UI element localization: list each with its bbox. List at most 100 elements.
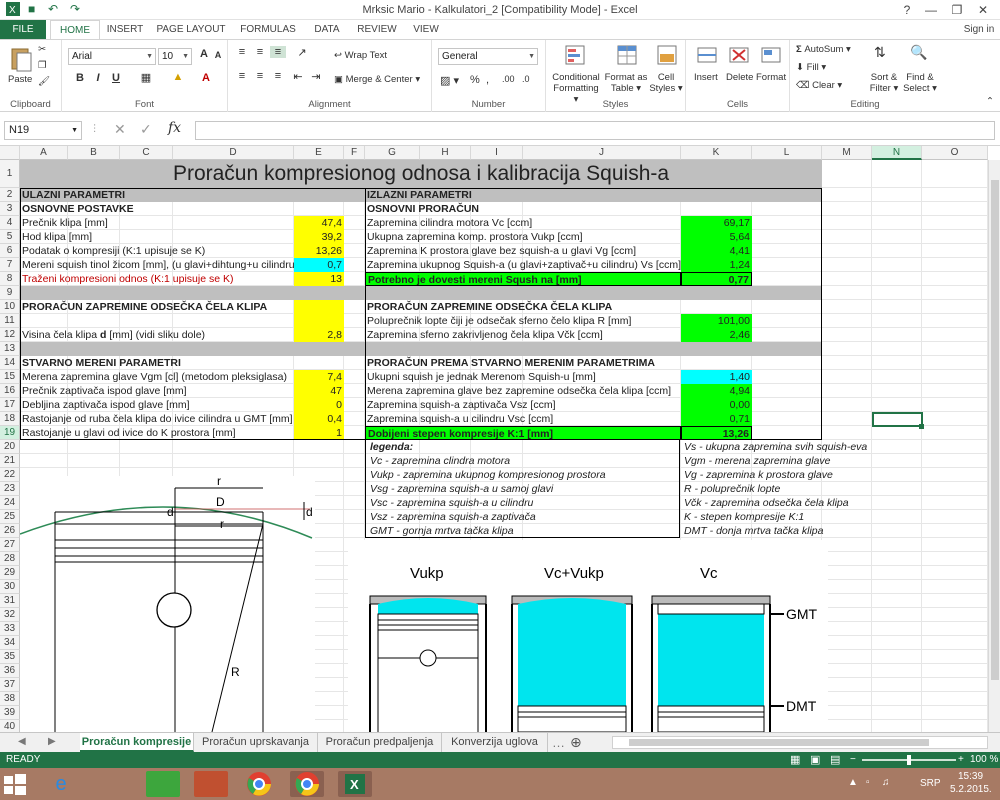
input-value[interactable]: 0,4 (294, 412, 344, 426)
normal-view-icon[interactable]: ▦ (790, 752, 800, 768)
input-value[interactable]: 47,4 (294, 216, 344, 230)
collapse-ribbon-icon[interactable]: ⌃ (986, 96, 994, 107)
section-header[interactable]: PRORAČUN ZAPREMINE ODSEČKA ČELA KLIPA (20, 300, 294, 314)
language-indicator[interactable]: SRP (920, 778, 941, 789)
row-header-18[interactable]: 18 (0, 412, 20, 426)
cylinder-volumes-diagram[interactable]: Vukp Vc+Vukp Vc GMT DMT (348, 540, 828, 732)
legend-title[interactable]: legenda: (368, 440, 488, 454)
percent-icon[interactable]: % (470, 74, 480, 86)
legend-item[interactable]: Vg - zapremina k prostora glave (682, 468, 872, 482)
row-header-7[interactable]: 7 (0, 258, 20, 272)
sheet-tab-kompresija[interactable]: Proračun kompresije (80, 733, 194, 752)
legend-item[interactable]: Vukp - zapremina ukupnog kompresionog pr… (368, 468, 678, 482)
delete-cells-icon[interactable] (728, 44, 750, 66)
internet-explorer-icon[interactable]: e (44, 771, 78, 797)
insert-cells-icon[interactable] (696, 44, 718, 66)
chrome-window-icon[interactable] (290, 771, 324, 797)
row-header-37[interactable]: 37 (0, 678, 20, 692)
tab-insert[interactable]: INSERT (100, 20, 150, 39)
legend-item[interactable]: K - stepen kompresije K:1 (682, 510, 872, 524)
page-layout-view-icon[interactable]: ▣ (810, 752, 820, 768)
row-header-1[interactable]: 1 (0, 160, 20, 188)
row-header-19[interactable]: 19 (0, 426, 20, 440)
font-size-select[interactable]: 10 ▼ (158, 48, 192, 65)
find-select-icon[interactable]: 🔍 (910, 44, 927, 61)
row-header-24[interactable]: 24 (0, 496, 20, 510)
clear-button[interactable]: ⌫ Clear ▾ (796, 80, 842, 91)
find-select-button[interactable]: Find & Select ▾ (902, 72, 938, 94)
wrap-text-button[interactable]: ↩ Wrap Text (334, 50, 387, 61)
fill-handle[interactable] (919, 424, 924, 429)
store-icon[interactable] (146, 771, 180, 797)
output-label[interactable]: Potrebno je dovesti mereni Sqush na [mm] (365, 272, 681, 286)
input-value[interactable]: 13 (294, 272, 344, 286)
row-header-25[interactable]: 25 (0, 510, 20, 524)
borders-icon[interactable]: ▦ (138, 71, 154, 84)
legend-item[interactable]: Vs - ukupna zapremina svih squish-eva (682, 440, 872, 454)
select-all-corner[interactable] (0, 146, 20, 160)
increase-decimal-icon[interactable]: .00 (502, 74, 515, 84)
osnovne-header[interactable]: OSNOVNE POSTAVKE (20, 202, 365, 216)
align-left-icon[interactable]: ≡ (234, 70, 250, 82)
vertical-scroll-thumb[interactable] (991, 180, 999, 680)
app-icon[interactable] (194, 771, 228, 797)
row-header-21[interactable]: 21 (0, 454, 20, 468)
column-header-j[interactable]: J (523, 146, 681, 160)
row-header-32[interactable]: 32 (0, 608, 20, 622)
input-label[interactable]: Rastojanje u glavi od ivice do K prostor… (20, 426, 294, 440)
row-header-34[interactable]: 34 (0, 636, 20, 650)
row-header-15[interactable]: 15 (0, 370, 20, 384)
cancel-icon[interactable]: ✕ (114, 121, 126, 138)
row-header-26[interactable]: 26 (0, 524, 20, 538)
column-header-m[interactable]: M (822, 146, 872, 160)
legend-item[interactable]: R - poluprečnik lopte (682, 482, 872, 496)
output-value[interactable]: 0,77 (681, 272, 752, 286)
comma-style-icon[interactable]: , (486, 74, 489, 86)
tab-review[interactable]: REVIEW (352, 20, 402, 39)
column-header-g[interactable]: G (365, 146, 420, 160)
tab-page-layout[interactable]: PAGE LAYOUT (152, 20, 230, 39)
row-header-5[interactable]: 5 (0, 230, 20, 244)
zoom-slider-thumb[interactable] (907, 755, 911, 765)
column-header-k[interactable]: K (681, 146, 752, 160)
worksheet-grid[interactable]: A B C D E F G H I J K L M N O 1 2 3 4 5 6 7 8 9 10 11 12 13 14 15 16 17… (0, 146, 1000, 732)
output-value[interactable]: 5,64 (681, 230, 752, 244)
zoom-in-icon[interactable]: + (958, 752, 964, 768)
page-break-view-icon[interactable]: ▤ (830, 752, 840, 768)
windows-start-icon[interactable] (4, 774, 38, 800)
column-header-n[interactable]: N (872, 146, 922, 160)
tab-formulas[interactable]: FORMULAS (234, 20, 302, 39)
row-header-3[interactable]: 3 (0, 202, 20, 216)
column-header-l[interactable]: L (752, 146, 822, 160)
output-value[interactable]: 0,71 (681, 412, 752, 426)
row-header-22[interactable]: 22 (0, 468, 20, 482)
ulazni-header[interactable]: ULAZNI PARAMETRI (20, 188, 365, 202)
decrease-indent-icon[interactable]: ⇤ (290, 70, 306, 83)
zoom-out-icon[interactable]: − (850, 752, 856, 768)
output-label[interactable]: Merena zapremina glave bez zapremine ods… (365, 384, 681, 398)
underline-icon[interactable]: U (108, 72, 124, 84)
legend-item[interactable]: DMT - donja mrtva tačka klipa (682, 524, 872, 538)
input-label[interactable]: Hod klipa [mm] (20, 230, 294, 244)
formula-input[interactable] (195, 121, 995, 140)
delete-button[interactable]: Delete (726, 72, 753, 83)
input-label[interactable]: Podatak o kompresiji (K:1 upisuje se K) (20, 244, 294, 258)
sheet-tab-predpaljenje[interactable]: Proračun predpaljenja (318, 733, 442, 752)
tab-view[interactable]: VIEW (406, 20, 446, 39)
input-value[interactable]: 13,26 (294, 244, 344, 258)
output-label[interactable]: Poluprečnik lopte čiji je odsečak sferno… (365, 314, 681, 328)
row-header-39[interactable]: 39 (0, 706, 20, 720)
input-value[interactable]: 7,4 (294, 370, 344, 384)
sort-filter-icon[interactable]: ⇅ (874, 44, 886, 61)
input-label[interactable]: Traženi kompresioni odnos (K:1 upisuje s… (20, 272, 294, 286)
row-header-28[interactable]: 28 (0, 552, 20, 566)
input-label[interactable]: Mereni squish tinol žicom [mm], (u glavi… (20, 258, 294, 272)
help-icon[interactable]: ? (894, 0, 920, 20)
merge-center-button[interactable]: ▣ Merge & Center ▾ (334, 74, 420, 85)
row-header-14[interactable]: 14 (0, 356, 20, 370)
row-header-6[interactable]: 6 (0, 244, 20, 258)
cell-styles-button[interactable]: Cell Styles ▾ (648, 72, 684, 94)
format-cells-icon[interactable] (760, 44, 782, 66)
row-header-2[interactable]: 2 (0, 188, 20, 202)
increase-indent-icon[interactable]: ⇥ (308, 70, 324, 83)
